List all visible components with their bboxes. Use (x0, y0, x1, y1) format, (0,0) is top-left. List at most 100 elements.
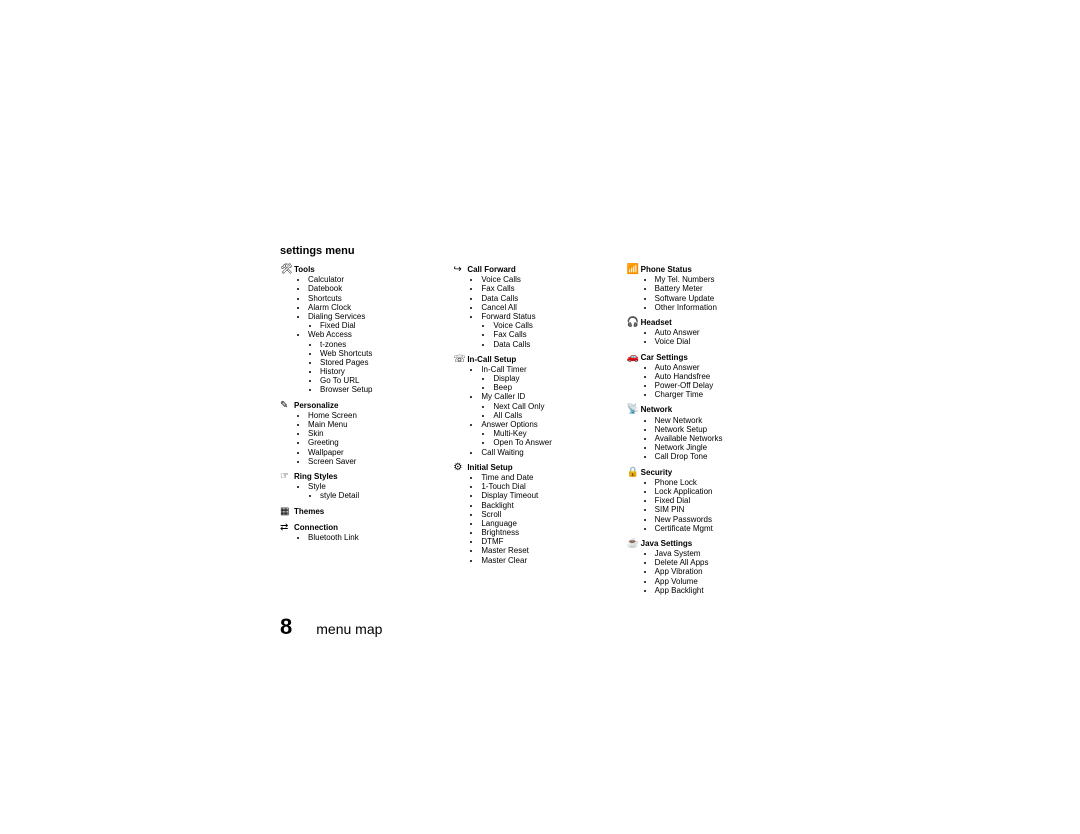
menu-list: Next Call OnlyAll Calls (481, 402, 616, 420)
menu-item: Voice Calls (481, 275, 616, 284)
section-title: Ring Styles (294, 472, 443, 481)
section-title: Tools (294, 265, 443, 274)
section-icon: ☕ (627, 539, 641, 549)
menu-item: Battery Meter (655, 284, 790, 293)
menu-item: Master Reset (481, 546, 616, 555)
column: ↪Call ForwardVoice CallsFax CallsData Ca… (453, 265, 616, 571)
menu-list: style Detail (308, 491, 443, 500)
section-title: Personalize (294, 401, 443, 410)
section-body: PersonalizeHome ScreenMain MenuSkinGreet… (294, 401, 443, 466)
menu-item: Fixed Dial (320, 321, 443, 330)
menu-item: style Detail (320, 491, 443, 500)
menu-item: Browser Setup (320, 385, 443, 394)
menu-item: Voice Calls (493, 321, 616, 330)
section-body: Car SettingsAuto AnswerAuto HandsfreePow… (641, 353, 790, 400)
menu-item: Fax Calls (493, 330, 616, 339)
menu-list: DisplayBeep (481, 374, 616, 392)
section-body: NetworkNew NetworkNetwork SetupAvailable… (641, 405, 790, 461)
section-icon: 📶 (627, 265, 641, 275)
footer-label: menu map (316, 621, 382, 637)
menu-item: Shortcuts (308, 294, 443, 303)
menu-item: Auto Answer (655, 328, 790, 337)
menu-item: Dialing ServicesFixed Dial (308, 312, 443, 330)
menu-item: Time and Date (481, 473, 616, 482)
menu-item: Brightness (481, 528, 616, 537)
menu-item: Auto Handsfree (655, 372, 790, 381)
menu-item: Software Update (655, 294, 790, 303)
section-title: Security (641, 468, 790, 477)
section-icon: ▦ (280, 507, 294, 517)
menu-item: Answer OptionsMulti-KeyOpen To Answer (481, 420, 616, 448)
menu-item: Voice Dial (655, 337, 790, 346)
section-body: Themes (294, 507, 443, 517)
menu-item: Wallpaper (308, 448, 443, 457)
menu-list: Stylestyle Detail (294, 482, 443, 500)
menu-item: DTMF (481, 537, 616, 546)
menu-section: 🚗Car SettingsAuto AnswerAuto HandsfreePo… (627, 353, 790, 400)
menu-list: Time and Date1-Touch DialDisplay Timeout… (467, 473, 616, 565)
menu-list: New NetworkNetwork SetupAvailable Networ… (641, 416, 790, 462)
section-body: HeadsetAuto AnswerVoice Dial (641, 318, 790, 347)
menu-item: Data Calls (493, 340, 616, 349)
menu-item: Display Timeout (481, 491, 616, 500)
menu-item: New Passwords (655, 515, 790, 524)
menu-section: ☞Ring StylesStylestyle Detail (280, 472, 443, 501)
section-body: In-Call SetupIn-Call TimerDisplayBeepMy … (467, 355, 616, 457)
menu-list: Auto AnswerAuto HandsfreePower-Off Delay… (641, 363, 790, 400)
menu-item: Screen Saver (308, 457, 443, 466)
menu-item: Network Jingle (655, 443, 790, 452)
section-icon: ⇄ (280, 523, 294, 533)
menu-section: ⇄ConnectionBluetooth Link (280, 523, 443, 542)
menu-item: Stylestyle Detail (308, 482, 443, 500)
section-icon: 🚗 (627, 353, 641, 363)
menu-list: Phone LockLock ApplicationFixed DialSIM … (641, 478, 790, 533)
menu-item: Phone Lock (655, 478, 790, 487)
menu-item: Delete All Apps (655, 558, 790, 567)
menu-item: Multi-Key (493, 429, 616, 438)
menu-item: Call Drop Tone (655, 452, 790, 461)
section-body: Call ForwardVoice CallsFax CallsData Cal… (467, 265, 616, 349)
menu-list: In-Call TimerDisplayBeepMy Caller IDNext… (467, 365, 616, 457)
menu-item: t-zones (320, 340, 443, 349)
menu-item: Available Networks (655, 434, 790, 443)
menu-list: Auto AnswerVoice Dial (641, 328, 790, 346)
menu-section: ☕Java SettingsJava SystemDelete All Apps… (627, 539, 790, 595)
menu-item: Datebook (308, 284, 443, 293)
menu-item: Calculator (308, 275, 443, 284)
page-title: settings menu (280, 245, 790, 257)
section-title: Connection (294, 523, 443, 532)
column: 🛠ToolsCalculatorDatebookShortcutsAlarm C… (280, 265, 443, 548)
menu-item: Charger Time (655, 390, 790, 399)
menu-item: Other Information (655, 303, 790, 312)
section-body: ConnectionBluetooth Link (294, 523, 443, 542)
menu-section: 🛠ToolsCalculatorDatebookShortcutsAlarm C… (280, 265, 443, 395)
menu-section: 🎧HeadsetAuto AnswerVoice Dial (627, 318, 790, 347)
menu-item: Lock Application (655, 487, 790, 496)
section-title: Initial Setup (467, 463, 616, 472)
menu-item: Web Shortcuts (320, 349, 443, 358)
section-body: Ring StylesStylestyle Detail (294, 472, 443, 501)
menu-section: 📶Phone StatusMy Tel. NumbersBattery Mete… (627, 265, 790, 312)
section-title: Java Settings (641, 539, 790, 548)
menu-item: Stored Pages (320, 358, 443, 367)
menu-list: My Tel. NumbersBattery MeterSoftware Upd… (641, 275, 790, 312)
menu-item: App Backlight (655, 586, 790, 595)
menu-list: Multi-KeyOpen To Answer (481, 429, 616, 447)
menu-item: Skin (308, 429, 443, 438)
section-icon: ↪ (453, 265, 467, 275)
columns: 🛠ToolsCalculatorDatebookShortcutsAlarm C… (280, 265, 790, 601)
section-title: In-Call Setup (467, 355, 616, 364)
menu-item: Display (493, 374, 616, 383)
menu-item: My Caller IDNext Call OnlyAll Calls (481, 392, 616, 420)
menu-item: Main Menu (308, 420, 443, 429)
column: 📶Phone StatusMy Tel. NumbersBattery Mete… (627, 265, 790, 601)
section-body: SecurityPhone LockLock ApplicationFixed … (641, 468, 790, 533)
menu-section: ☏In-Call SetupIn-Call TimerDisplayBeepMy… (453, 355, 616, 457)
menu-section: ↪Call ForwardVoice CallsFax CallsData Ca… (453, 265, 616, 349)
menu-item: Call Waiting (481, 448, 616, 457)
section-body: Phone StatusMy Tel. NumbersBattery Meter… (641, 265, 790, 312)
menu-item: My Tel. Numbers (655, 275, 790, 284)
menu-list: Voice CallsFax CallsData CallsCancel All… (467, 275, 616, 349)
section-icon: ⚙ (453, 463, 467, 473)
menu-item: Certificate Mgmt (655, 524, 790, 533)
